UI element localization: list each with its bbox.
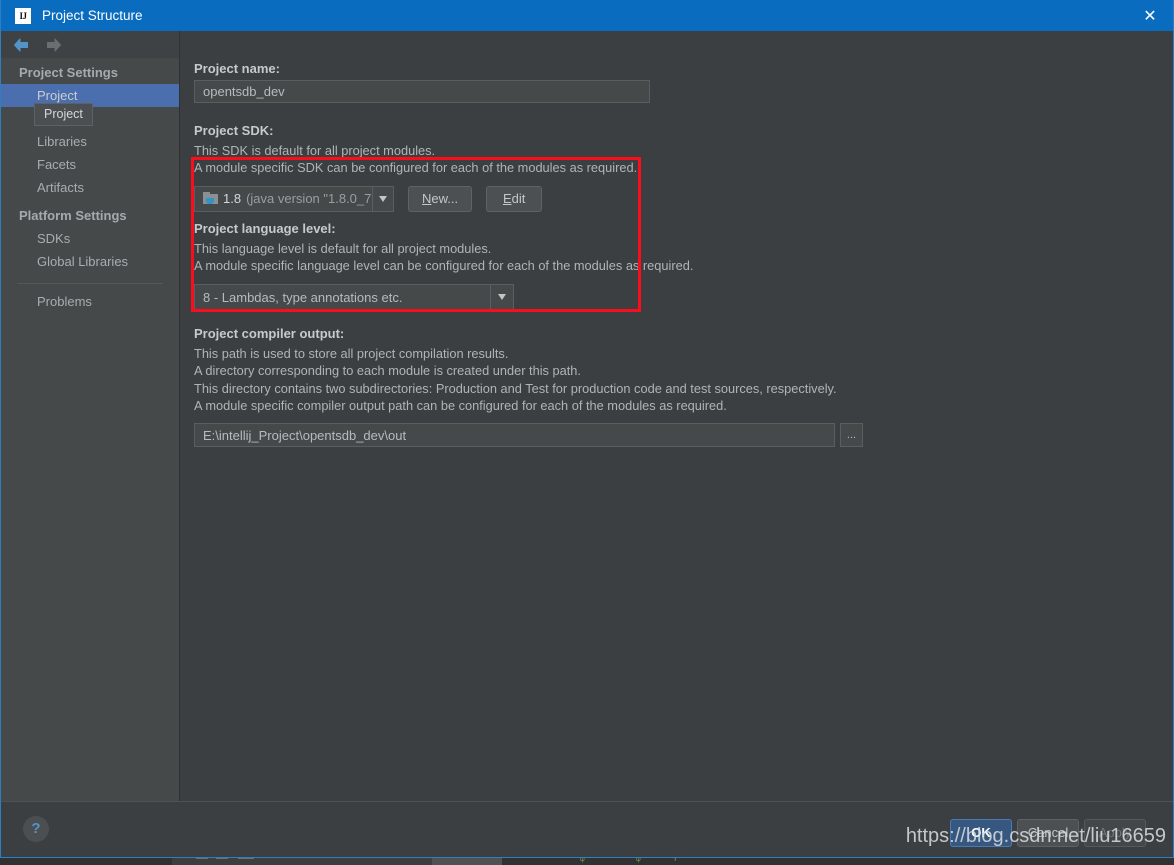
project-compiler-output-label: Project compiler output:	[194, 326, 345, 342]
chevron-down-icon[interactable]	[371, 186, 393, 211]
sidebar-item-problems[interactable]: Problems	[1, 290, 179, 313]
project-compiler-output-section: Project compiler output: This path is us…	[194, 326, 1173, 448]
project-compiler-output-input[interactable]	[194, 423, 835, 448]
dialog-body: Project Settings Project Modules Librari…	[1, 31, 1173, 801]
help-icon[interactable]: ?	[23, 816, 49, 842]
close-icon[interactable]: ✕	[1127, 0, 1173, 31]
sidebar-item-artifacts[interactable]: Artifacts	[1, 176, 179, 199]
sidebar-item-sdks[interactable]: SDKs	[1, 227, 179, 250]
project-sdk-value: 1.8 (java version "1.8.0_77")	[195, 191, 372, 206]
project-compiler-output-description-1: This path is used to store all project c…	[194, 346, 509, 362]
java-sdk-icon	[203, 192, 218, 205]
project-sdk-controls-row: 1.8 (java version "1.8.0_77") New... Edi…	[194, 177, 1173, 212]
sidebar-group-platform-settings: Platform Settings	[19, 208, 127, 223]
arrow-left-icon[interactable]	[13, 38, 29, 52]
sidebar-item-global-libraries[interactable]: Global Libraries	[1, 250, 179, 273]
intellij-idea-icon: IJ	[15, 7, 31, 24]
project-compiler-output-row: ...	[194, 423, 1173, 448]
dialog-action-buttons: OK Cancel Apply	[950, 819, 1146, 847]
sidebar-item-facets[interactable]: Facets	[1, 153, 179, 176]
new-sdk-button[interactable]: New...	[408, 185, 473, 212]
dialog-title: Project Structure	[42, 8, 143, 23]
dialog-titlebar: IJ Project Structure ✕	[1, 0, 1173, 31]
project-language-level-value: 8 - Lambdas, type annotations etc.	[203, 289, 403, 305]
sidebar-group-project-settings: Project Settings	[19, 65, 118, 80]
project-sdk-label: Project SDK:	[194, 123, 274, 138]
new-sdk-button-mnemonic: N	[422, 191, 432, 207]
apply-button: Apply	[1084, 819, 1146, 847]
project-language-level-dropdown[interactable]: 8 - Lambdas, type annotations etc.	[194, 284, 514, 311]
project-name-input[interactable]	[194, 80, 650, 103]
sidebar-item-libraries[interactable]: Libraries	[1, 130, 179, 153]
sidebar-tooltip: Project	[34, 103, 93, 126]
project-compiler-output-description-3: This directory contains two subdirectori…	[194, 380, 837, 396]
project-sdk-description-2: A module specific SDK can be configured …	[194, 160, 638, 176]
project-language-level-section: Project language level: This language le…	[194, 221, 1173, 311]
ok-button[interactable]: OK	[950, 819, 1012, 847]
edit-sdk-button-mnemonic: E	[502, 191, 512, 207]
project-sdk-dropdown[interactable]: 1.8 (java version "1.8.0_77")	[194, 185, 394, 212]
edit-sdk-button[interactable]: Edit	[486, 185, 543, 212]
project-structure-dialog: IJ Project Structure ✕ Project Settings	[0, 0, 1174, 858]
chevron-down-icon[interactable]	[490, 285, 513, 310]
project-compiler-output-description-2: A directory corresponding to each module…	[194, 363, 581, 379]
project-language-level-description-2: A module specific language level can be …	[194, 257, 694, 273]
settings-sidebar: Project Settings Project Modules Librari…	[1, 31, 180, 801]
project-language-level-label: Project language level:	[194, 220, 336, 236]
project-sdk-detail: (java version "1.8.0_77")	[246, 191, 372, 207]
sidebar-divider	[17, 283, 163, 284]
project-name-label: Project name:	[194, 61, 280, 76]
new-sdk-button-label: ew...	[431, 191, 459, 207]
edit-sdk-button-label: dit	[511, 191, 526, 207]
project-compiler-output-description-4: A module specific compiler output path c…	[194, 398, 727, 414]
dialog-footer: ? OK Cancel Apply	[1, 801, 1173, 857]
sidebar-navigation-bar	[1, 31, 179, 58]
project-sdk-version: 1.8	[223, 191, 242, 207]
project-sdk-description-1: This SDK is default for all project modu…	[194, 143, 436, 158]
browse-folder-button[interactable]: ...	[840, 423, 863, 448]
arrow-right-icon[interactable]	[46, 38, 62, 52]
cancel-button[interactable]: Cancel	[1017, 819, 1079, 847]
project-sdk-section: Project SDK: This SDK is default for all…	[194, 123, 1173, 212]
project-language-level-description-1: This language level is default for all p…	[194, 240, 492, 256]
project-settings-panel: Project name: Project SDK: This SDK is d…	[181, 31, 1173, 801]
